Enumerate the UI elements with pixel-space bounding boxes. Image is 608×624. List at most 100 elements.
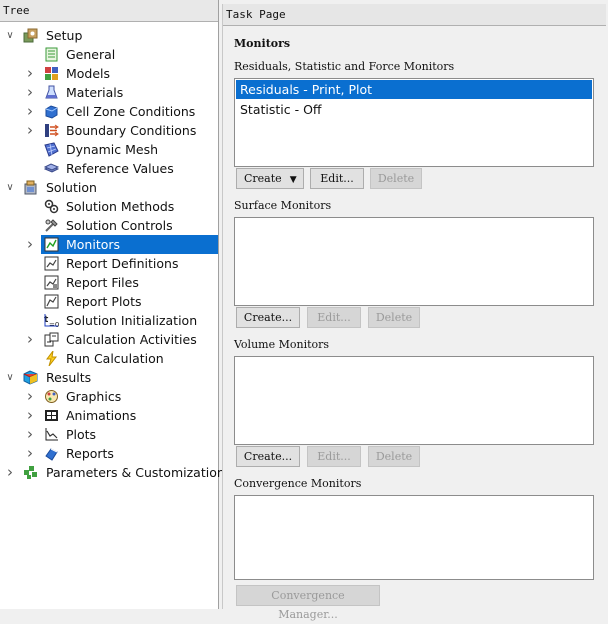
expand-right-icon[interactable]: › bbox=[24, 387, 36, 406]
reports-icon bbox=[44, 446, 59, 461]
expand-down-icon[interactable]: ∨ bbox=[4, 178, 16, 197]
tree-item-label: Monitors bbox=[66, 237, 121, 252]
tree-item-label: Parameters & Customization bbox=[46, 465, 225, 480]
tree-item-models[interactable]: › Models bbox=[0, 64, 219, 83]
tree-item-monitors[interactable]: › Monitors bbox=[0, 235, 219, 254]
tree-item-plots[interactable]: › Plots bbox=[0, 425, 219, 444]
initialization-icon: t =0 bbox=[44, 313, 59, 328]
surface-delete-button[interactable]: Delete bbox=[368, 307, 420, 328]
expand-right-icon[interactable]: › bbox=[4, 463, 16, 482]
expand-right-icon[interactable]: › bbox=[24, 121, 36, 140]
tree-item-solution-initialization[interactable]: t =0 Solution Initialization bbox=[0, 311, 219, 330]
tree-item-results[interactable]: ∨ Results bbox=[0, 368, 219, 387]
boundary-icon bbox=[44, 123, 59, 138]
expand-right-icon[interactable]: › bbox=[24, 235, 36, 254]
tree-item-label: Setup bbox=[46, 28, 83, 43]
tree-item-label: Run Calculation bbox=[66, 351, 164, 366]
tree-item-materials[interactable]: › Materials bbox=[0, 83, 219, 102]
plots-icon bbox=[44, 427, 59, 442]
monitors-icon bbox=[44, 237, 59, 252]
tree-item-label: Animations bbox=[66, 408, 137, 423]
tree-item-cell-zone-conditions[interactable]: › Cell Zone Conditions bbox=[0, 102, 219, 121]
models-icon bbox=[44, 66, 59, 81]
report-plots-icon bbox=[44, 294, 59, 309]
tree-item-animations[interactable]: › Animations bbox=[0, 406, 219, 425]
residuals-edit-button[interactable]: Edit... bbox=[310, 168, 364, 189]
reference-values-icon bbox=[44, 161, 59, 176]
task-page-header: Task Page bbox=[223, 4, 606, 26]
tree-item-boundary-conditions[interactable]: › Boundary Conditions bbox=[0, 121, 219, 140]
parameters-icon bbox=[23, 465, 38, 480]
list-item-residuals[interactable]: Residuals - Print, Plot bbox=[236, 80, 592, 99]
expand-right-icon[interactable]: › bbox=[24, 406, 36, 425]
tree-item-label: Reference Values bbox=[66, 161, 174, 176]
tree-item-solution[interactable]: ∨ Solution bbox=[0, 178, 219, 197]
report-definitions-icon bbox=[44, 256, 59, 271]
volume-monitors-listbox[interactable] bbox=[234, 356, 594, 445]
tree-item-label: Report Files bbox=[66, 275, 139, 290]
solution-icon bbox=[23, 180, 38, 195]
expand-down-icon[interactable]: ∨ bbox=[4, 26, 16, 45]
tree-item-run-calculation[interactable]: Run Calculation bbox=[0, 349, 219, 368]
tree-item-solution-methods[interactable]: Solution Methods bbox=[0, 197, 219, 216]
tree-item-label: Cell Zone Conditions bbox=[66, 104, 196, 119]
tree-header: Tree bbox=[0, 0, 218, 22]
residuals-delete-button[interactable]: Delete bbox=[370, 168, 422, 189]
surface-create-button[interactable]: Create... bbox=[236, 307, 300, 328]
tree-item-label: Report Plots bbox=[66, 294, 142, 309]
tree-item-label: Models bbox=[66, 66, 111, 81]
residuals-create-button[interactable]: Create ▼ bbox=[236, 168, 304, 189]
tree-item-label: Solution Initialization bbox=[66, 313, 198, 328]
cell-zone-icon bbox=[44, 104, 59, 119]
tree-item-reports[interactable]: › Reports bbox=[0, 444, 219, 463]
convergence-monitors-listbox[interactable] bbox=[234, 495, 594, 580]
expand-right-icon[interactable]: › bbox=[24, 330, 36, 349]
tree-item-reference-values[interactable]: Reference Values bbox=[0, 159, 219, 178]
tree-item-label: Solution Controls bbox=[66, 218, 173, 233]
tree-item-general[interactable]: General bbox=[0, 45, 219, 64]
svg-text:=0: =0 bbox=[49, 321, 59, 328]
residuals-listbox[interactable]: Residuals - Print, Plot Statistic - Off bbox=[234, 78, 594, 167]
tree-item-report-definitions[interactable]: Report Definitions bbox=[0, 254, 219, 273]
run-calculation-icon bbox=[44, 351, 59, 366]
create-button-label: Create bbox=[244, 172, 282, 185]
tree-item-label: General bbox=[66, 47, 116, 62]
tree-item-label: Graphics bbox=[66, 389, 122, 404]
tree-item-label: Boundary Conditions bbox=[66, 123, 197, 138]
volume-edit-button[interactable]: Edit... bbox=[307, 446, 361, 467]
surface-edit-button[interactable]: Edit... bbox=[307, 307, 361, 328]
dynamic-mesh-icon bbox=[44, 142, 59, 157]
expand-right-icon[interactable]: › bbox=[24, 444, 36, 463]
animations-icon bbox=[44, 408, 59, 423]
graphics-icon bbox=[44, 389, 59, 404]
tree-item-label: Calculation Activities bbox=[66, 332, 197, 347]
convergence-manager-button[interactable]: Convergence Manager... bbox=[236, 585, 380, 621]
tree-list: ∨ Setup General › Models › Materials › Cell Zone… bbox=[0, 26, 225, 482]
tree-item-solution-controls[interactable]: Solution Controls bbox=[0, 216, 219, 235]
expand-right-icon[interactable]: › bbox=[24, 425, 36, 444]
tree-item-parameters[interactable]: › Parameters & Customization bbox=[0, 463, 225, 482]
tree-item-dynamic-mesh[interactable]: Dynamic Mesh bbox=[0, 140, 219, 159]
volume-create-button[interactable]: Create... bbox=[236, 446, 300, 467]
surface-monitors-listbox[interactable] bbox=[234, 217, 594, 306]
tree-panel: Tree ∨ Setup General › Models › Materials › Cell… bbox=[0, 0, 225, 609]
tree-item-label: Dynamic Mesh bbox=[66, 142, 159, 157]
tree-item-label: Plots bbox=[66, 427, 97, 442]
tree-item-graphics[interactable]: › Graphics bbox=[0, 387, 219, 406]
residuals-section-label: Residuals, Statistic and Force Monitors bbox=[234, 60, 455, 73]
tree-item-calculation-activities[interactable]: › Calculation Activities bbox=[0, 330, 219, 349]
tree-item-label: Report Definitions bbox=[66, 256, 179, 271]
tree-item-report-plots[interactable]: Report Plots bbox=[0, 292, 219, 311]
report-files-icon bbox=[44, 275, 59, 290]
tree-item-setup[interactable]: ∨ Setup bbox=[0, 26, 219, 45]
expand-down-icon[interactable]: ∨ bbox=[4, 368, 16, 387]
expand-right-icon[interactable]: › bbox=[24, 102, 36, 121]
solution-controls-icon bbox=[44, 218, 59, 233]
list-item-statistic[interactable]: Statistic - Off bbox=[236, 100, 592, 119]
tree-item-report-files[interactable]: Report Files bbox=[0, 273, 219, 292]
materials-icon bbox=[44, 85, 59, 100]
volume-delete-button[interactable]: Delete bbox=[368, 446, 420, 467]
general-icon bbox=[44, 47, 59, 62]
expand-right-icon[interactable]: › bbox=[24, 64, 36, 83]
expand-right-icon[interactable]: › bbox=[24, 83, 36, 102]
